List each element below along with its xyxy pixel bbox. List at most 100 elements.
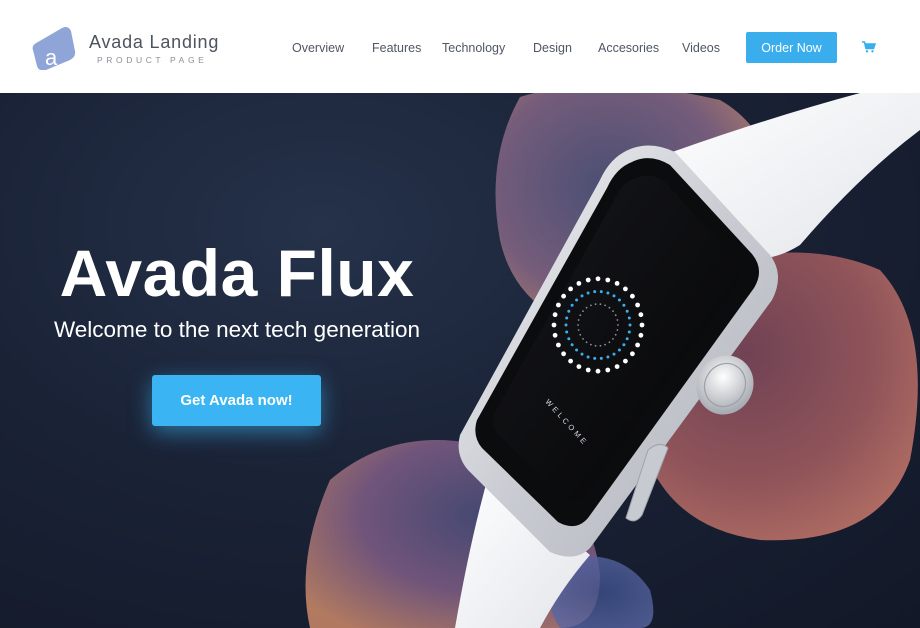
ring-dot (551, 322, 557, 328)
ring-dot (570, 343, 574, 347)
ring-dot (614, 314, 617, 317)
ring-dot (614, 281, 620, 286)
hero-artwork: WELCOME (305, 93, 920, 628)
ring-dot (552, 312, 558, 318)
ring-dot (582, 310, 584, 312)
ring-dot (556, 342, 561, 348)
ring-dot (593, 356, 597, 360)
ring-dot (604, 304, 606, 307)
ring-dot (599, 356, 603, 360)
ring-dot (604, 343, 606, 346)
ring-dot (586, 355, 590, 359)
hero-subtitle: Welcome to the next tech generation (53, 317, 421, 342)
ring-dot (561, 293, 566, 299)
ring-dot (617, 298, 621, 302)
hero-section: WELCOME Avada Flux Welcome to the next t… (0, 93, 920, 628)
nav-item-videos[interactable]: Videos (682, 41, 720, 55)
ring-dot (625, 337, 629, 341)
ring-dot (580, 352, 584, 356)
ring-dot (593, 290, 597, 294)
brand-subtitle: PRODUCT PAGE (97, 55, 208, 65)
ring-dot (567, 337, 571, 341)
ring-dot (612, 338, 614, 340)
ring-dot (612, 352, 616, 356)
get-avada-button[interactable]: Get Avada now! (152, 375, 321, 426)
ring-dot (556, 302, 561, 308)
ring-dot (561, 351, 566, 357)
nav-item-overview[interactable]: Overview (292, 41, 344, 55)
ring-dot (599, 344, 602, 347)
ring-dot (586, 291, 590, 295)
brand-title: Avada Landing (89, 32, 220, 52)
ring-dot (568, 286, 573, 292)
ring-dot (552, 332, 558, 338)
ring-dot (622, 343, 626, 347)
ring-dot (617, 348, 621, 352)
nav-item-technology[interactable]: Technology (442, 41, 505, 55)
ring-dot (567, 309, 571, 313)
logo-letter: a (45, 45, 58, 70)
ring-dot (635, 342, 640, 348)
ring-dot (623, 286, 628, 292)
ring-dot (630, 293, 635, 299)
ring-dot (594, 303, 597, 306)
ring-dot (575, 348, 579, 352)
ring-dot (622, 303, 626, 307)
ring-dot (580, 294, 584, 298)
shopping-cart-icon[interactable] (862, 41, 876, 53)
ring-dot (590, 304, 592, 307)
ring-dot (616, 329, 619, 331)
avada-logo-icon: a (32, 27, 76, 70)
ring-dot (606, 355, 610, 359)
ring-dot (608, 341, 611, 344)
site-header: a Avada Landing PRODUCT PAGE Overview Fe… (0, 0, 920, 93)
ring-dot (612, 294, 616, 298)
logo[interactable]: a Avada Landing PRODUCT PAGE (32, 26, 219, 70)
ring-dot (565, 330, 569, 334)
ring-dot (576, 364, 582, 369)
ring-dot (623, 358, 628, 364)
ring-dot (617, 324, 619, 326)
ring-dot (590, 343, 592, 346)
ring-dot (625, 309, 629, 313)
ring-dot (630, 351, 635, 357)
ring-dot (635, 302, 640, 308)
ring-dot (614, 364, 620, 369)
ring-dot (606, 291, 610, 295)
ring-dot (638, 312, 644, 318)
ring-dot (599, 303, 602, 306)
nav-item-accesories[interactable]: Accesories (598, 41, 659, 55)
ring-dot (638, 332, 644, 338)
ring-dot (568, 358, 573, 364)
ring-dot (585, 367, 591, 373)
ring-dot (576, 281, 582, 286)
ring-dot (628, 323, 632, 327)
ring-dot (595, 368, 601, 374)
order-now-button[interactable]: Order Now (746, 32, 837, 63)
ring-dot (577, 329, 580, 331)
ring-dot (616, 319, 619, 321)
nav-item-features[interactable]: Features (372, 41, 421, 55)
hero-title: Avada Flux (59, 236, 415, 310)
ring-dot (612, 310, 614, 312)
ring-dot (585, 306, 588, 309)
ring-dot (627, 330, 631, 334)
ring-dot (579, 333, 582, 336)
ring-dot (639, 322, 645, 328)
ring-dot (595, 276, 601, 282)
ring-dot (585, 277, 591, 283)
nav-item-design[interactable]: Design (533, 41, 572, 55)
ring-dot (605, 367, 611, 373)
ring-dot (627, 316, 631, 320)
ring-dot (577, 324, 579, 326)
ring-dot (614, 333, 617, 336)
ring-dot (570, 303, 574, 307)
ring-dot (575, 298, 579, 302)
ring-dot (585, 341, 588, 344)
ring-dot (582, 338, 584, 340)
ring-dot (608, 306, 611, 309)
ring-dot (605, 277, 611, 283)
ring-dot (577, 319, 580, 321)
ring-dot (594, 344, 597, 347)
ring-dot (579, 314, 582, 317)
